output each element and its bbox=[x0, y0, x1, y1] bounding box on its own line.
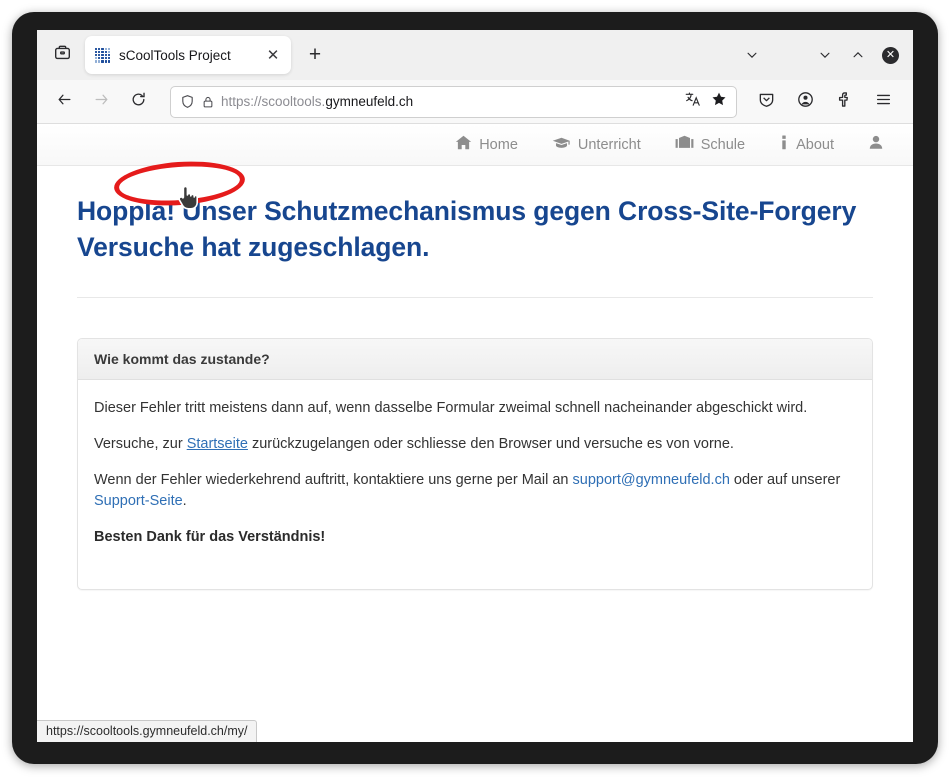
tab-title: sCoolTools Project bbox=[119, 47, 231, 63]
site-nav-label: Schule bbox=[700, 136, 746, 153]
back-button[interactable] bbox=[47, 86, 81, 118]
user-person-icon bbox=[868, 134, 884, 155]
toolbar-right-group bbox=[749, 86, 903, 118]
site-nav-label: Unterricht bbox=[577, 136, 641, 153]
browser-window: sCoolTools Project ✕ + ✕ https://scoolto… bbox=[37, 30, 913, 742]
sidebar-item-schule[interactable]: Schule bbox=[675, 134, 745, 155]
tab-list-dropdown-button[interactable] bbox=[735, 39, 768, 72]
panel-paragraph-1: Dieser Fehler tritt meistens dann auf, w… bbox=[94, 400, 808, 416]
tab-close-icon[interactable]: ✕ bbox=[261, 43, 285, 67]
firefox-view-icon bbox=[54, 44, 71, 66]
reload-icon bbox=[130, 91, 147, 113]
sidebar-item-unterricht[interactable]: Unterricht bbox=[552, 134, 641, 155]
page-content: Hoppla! Unser Schutzmechanismus gegen Cr… bbox=[37, 157, 913, 590]
pocket-save-icon bbox=[758, 91, 775, 113]
support-page-link[interactable]: Support-Seite bbox=[94, 493, 183, 509]
window-close-button[interactable]: ✕ bbox=[874, 39, 907, 72]
padlock-icon[interactable] bbox=[201, 95, 215, 109]
hamburger-menu-icon bbox=[875, 91, 892, 113]
browser-toolbar: https://scooltools.gymneufeld.ch bbox=[37, 80, 913, 124]
info-panel: Wie kommt das zustande? Dieser Fehler tr… bbox=[77, 157, 873, 590]
account-button[interactable] bbox=[788, 86, 822, 118]
page-title: Hoppla! Unser Schutzmechanismus gegen Cr… bbox=[77, 196, 857, 262]
link-status-bar: https://scooltools.gymneufeld.ch/my/ bbox=[37, 720, 258, 742]
startseite-link[interactable]: Startseite bbox=[187, 436, 248, 452]
support-email-link[interactable]: support@gymneufeld.ch bbox=[573, 472, 730, 488]
account-circle-icon bbox=[797, 91, 814, 113]
home-icon bbox=[455, 134, 472, 155]
panel-header: Wie kommt das zustande? bbox=[78, 339, 872, 380]
graduation-cap-icon bbox=[552, 134, 571, 155]
panel-paragraph-4: Besten Dank für das Verständnis! bbox=[94, 529, 326, 545]
browser-window-frame: sCoolTools Project ✕ + ✕ https://scoolto… bbox=[12, 12, 938, 764]
panel-body: Dieser Fehler tritt meistens dann auf, w… bbox=[78, 157, 872, 589]
browser-tab-active[interactable]: sCoolTools Project ✕ bbox=[85, 36, 291, 74]
window-minimize-button[interactable] bbox=[808, 39, 841, 72]
reload-button[interactable] bbox=[121, 86, 155, 118]
url-scheme-host-dim: https://scooltools. bbox=[221, 94, 326, 109]
star-filled-icon[interactable] bbox=[711, 91, 727, 112]
translate-icon[interactable] bbox=[685, 91, 701, 112]
p3-text-middle: oder auf unserer bbox=[729, 471, 841, 488]
p2-text-after: zurückzugelangen oder schliesse den Brow… bbox=[247, 435, 734, 452]
pocket-save-button[interactable] bbox=[749, 86, 783, 118]
app-menu-button[interactable] bbox=[866, 86, 900, 118]
dotted-grid-icon bbox=[95, 47, 110, 63]
tab-strip: sCoolTools Project ✕ + ✕ bbox=[37, 30, 913, 80]
window-maximize-button[interactable] bbox=[841, 39, 874, 72]
p3-text-after: . bbox=[182, 493, 187, 510]
site-navigation-bar: Home Unterricht Schule About bbox=[37, 124, 913, 166]
forward-arrow-icon bbox=[93, 91, 110, 113]
sidebar-item-user[interactable] bbox=[868, 134, 891, 155]
info-icon bbox=[779, 134, 789, 155]
forward-button[interactable] bbox=[84, 86, 118, 118]
extensions-icon bbox=[836, 91, 853, 113]
window-controls-group: ✕ bbox=[735, 30, 907, 80]
p3-text-before: Wenn der Fehler wiederkehrend auftritt, … bbox=[94, 471, 573, 488]
tracking-protection-shield-icon[interactable] bbox=[180, 94, 195, 109]
url-host-strong: gymneufeld.ch bbox=[325, 94, 414, 109]
back-arrow-icon bbox=[56, 91, 73, 113]
sidebar-item-about[interactable]: About bbox=[779, 134, 834, 155]
panel-paragraph-3: Wenn der Fehler wiederkehrend auftritt, … bbox=[94, 470, 856, 514]
new-tab-button[interactable]: + bbox=[299, 39, 331, 71]
sidebar-item-home[interactable]: Home bbox=[455, 134, 518, 155]
page-viewport: Home Unterricht Schule About Hoppla! Uns… bbox=[37, 124, 913, 742]
url-text: https://scooltools.gymneufeld.ch bbox=[221, 94, 677, 109]
university-building-icon bbox=[675, 134, 694, 155]
site-nav-label: About bbox=[796, 136, 834, 153]
site-nav-label: Home bbox=[479, 136, 518, 153]
panel-paragraph-2: Versuche, zur Startseite zurückzugelange… bbox=[94, 434, 856, 456]
address-bar[interactable]: https://scooltools.gymneufeld.ch bbox=[170, 85, 737, 118]
close-icon: ✕ bbox=[882, 46, 899, 64]
heading-divider bbox=[77, 297, 873, 298]
firefox-view-button[interactable] bbox=[45, 39, 79, 71]
extensions-button[interactable] bbox=[827, 86, 861, 118]
p2-text-before: Versuche, zur bbox=[94, 435, 187, 452]
